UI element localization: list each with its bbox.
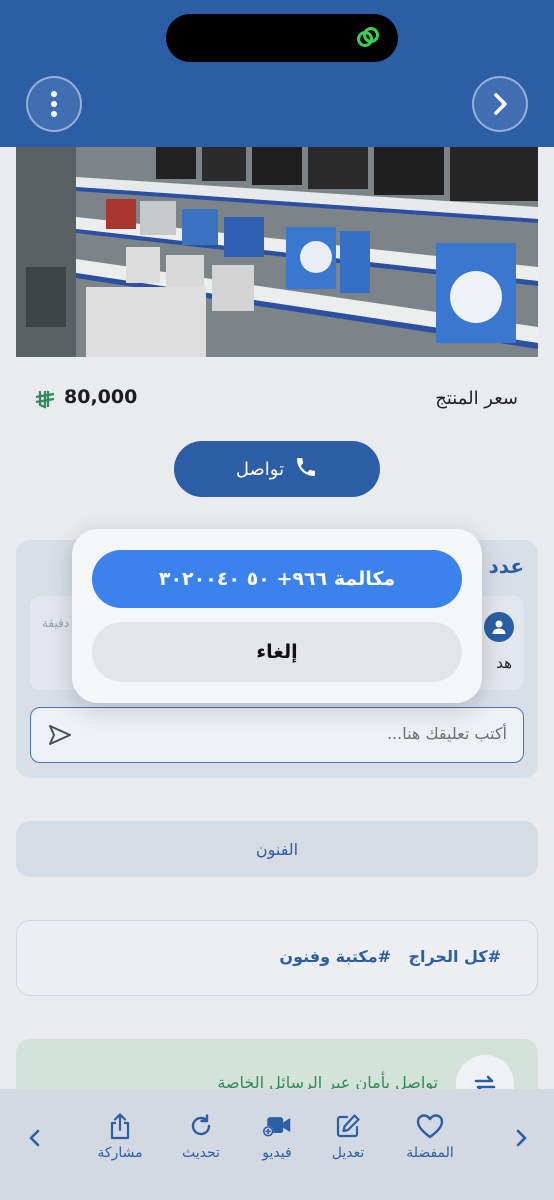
page: سعر المنتج 80,000 تواصل عدد دقيقة هد أكت… [0, 0, 554, 1200]
call-button[interactable]: مكالمة ٩٦٦+ ٥٠ ٣٠٢٠٠٤٠ [92, 550, 462, 608]
call-action-sheet: مكالمة ٩٦٦+ ٥٠ ٣٠٢٠٠٤٠ إلغاء [72, 529, 482, 703]
cancel-button[interactable]: إلغاء [92, 622, 462, 682]
